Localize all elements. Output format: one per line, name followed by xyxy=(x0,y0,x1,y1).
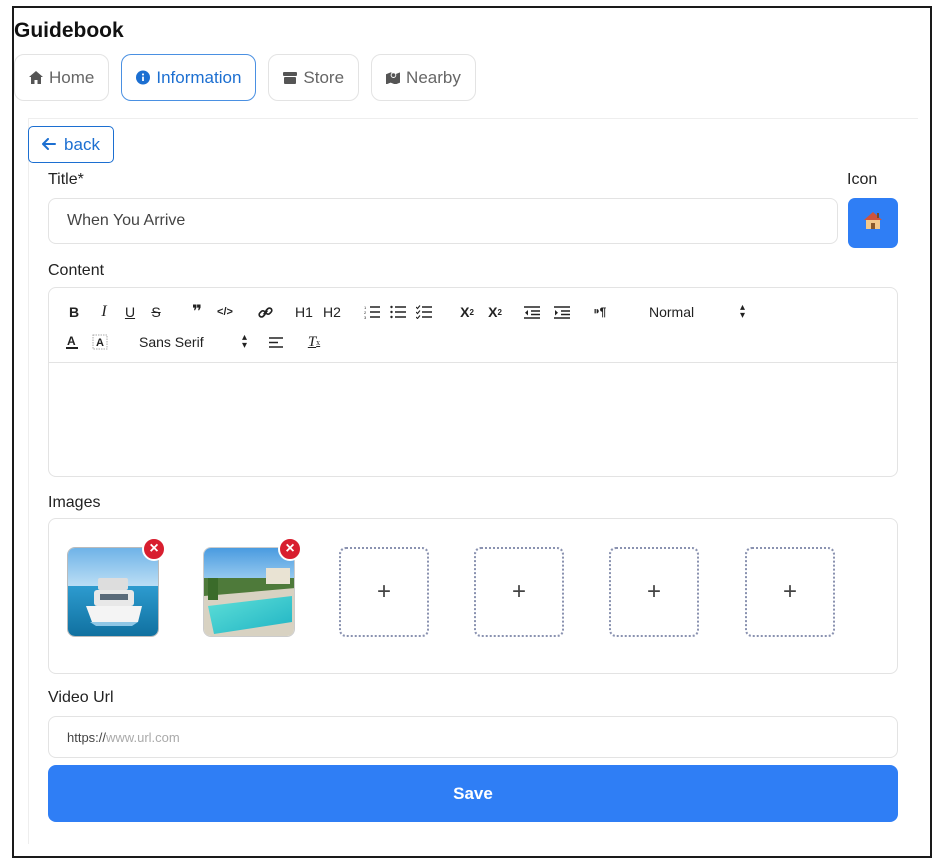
link-icon[interactable] xyxy=(255,300,275,324)
underline-button[interactable]: U xyxy=(121,300,139,324)
store-icon xyxy=(283,71,298,85)
home-icon xyxy=(29,71,43,85)
video-url-placeholder: www.url.com xyxy=(106,729,180,745)
superscript-icon[interactable]: X2 xyxy=(485,300,505,324)
font-select[interactable]: Sans Serif ▴ ▾ xyxy=(139,330,247,354)
tab-nearby-label: Nearby xyxy=(406,67,461,87)
tab-information[interactable]: Information xyxy=(121,54,257,101)
svg-text:A: A xyxy=(67,334,76,348)
background-color-icon[interactable]: A xyxy=(91,330,109,354)
clear-format-icon[interactable]: Tx xyxy=(305,330,323,354)
video-url-prefix: https:// xyxy=(67,729,107,745)
h2-button[interactable]: H2 xyxy=(321,300,343,324)
bullet-list-icon[interactable] xyxy=(389,300,407,324)
boat-image[interactable] xyxy=(67,547,159,637)
strike-button[interactable]: S xyxy=(147,300,165,324)
page-title: Guidebook xyxy=(14,19,124,42)
remove-image-button[interactable]: × xyxy=(142,537,166,561)
icon-picker-button[interactable] xyxy=(848,198,898,248)
title-input[interactable]: When You Arrive xyxy=(48,198,838,244)
quote-icon[interactable]: ❞ xyxy=(187,300,207,324)
code-icon[interactable]: </> xyxy=(215,300,235,324)
svg-text:A: A xyxy=(96,337,104,349)
header-select-value: Normal xyxy=(649,304,695,320)
tab-home-label: Home xyxy=(49,67,95,87)
info-icon xyxy=(136,70,151,85)
ordered-list-icon[interactable]: 123 xyxy=(363,300,381,324)
house-icon xyxy=(863,211,883,235)
tab-store[interactable]: Store xyxy=(268,54,360,101)
font-select-value: Sans Serif xyxy=(139,334,204,350)
tab-bar: Home Information Store Nearby xyxy=(14,54,476,101)
subscript-icon[interactable]: X2 xyxy=(457,300,477,324)
text-direction-icon[interactable]: ⁍¶ xyxy=(591,300,609,324)
rich-text-editor: B I U S ❞ </> H1 H2 123 X2 X2 ⁍¶ Normal … xyxy=(48,287,898,477)
save-button[interactable]: Save xyxy=(48,765,898,822)
tab-store-label: Store xyxy=(303,67,345,87)
italic-button[interactable]: I xyxy=(93,300,115,324)
editor-toolbar: B I U S ❞ </> H1 H2 123 X2 X2 ⁍¶ Normal … xyxy=(49,288,897,363)
title-input-value: When You Arrive xyxy=(67,212,186,229)
add-image-slot[interactable]: + xyxy=(609,547,699,637)
editor-content-area[interactable] xyxy=(49,363,897,476)
tab-home[interactable]: Home xyxy=(14,54,110,101)
title-label: Title* xyxy=(48,171,84,188)
h1-button[interactable]: H1 xyxy=(293,300,315,324)
icon-label: Icon xyxy=(847,171,878,188)
add-image-slot[interactable]: + xyxy=(339,547,429,637)
svg-text:3: 3 xyxy=(364,315,367,319)
content-label: Content xyxy=(48,262,105,279)
video-url-input[interactable]: https://www.url.com xyxy=(48,716,898,758)
check-list-icon[interactable] xyxy=(415,300,433,324)
indent-icon[interactable] xyxy=(553,300,571,324)
remove-image-button[interactable]: × xyxy=(278,537,302,561)
video-url-label: Video Url xyxy=(48,689,114,706)
images-label: Images xyxy=(48,494,101,511)
images-gallery: × × + + + + xyxy=(48,518,898,674)
bold-button[interactable]: B xyxy=(65,300,83,324)
add-image-slot[interactable]: + xyxy=(474,547,564,637)
tab-information-label: Information xyxy=(156,67,242,87)
back-button[interactable]: back xyxy=(28,126,114,163)
back-label: back xyxy=(64,134,100,154)
map-icon xyxy=(386,71,401,85)
arrow-left-icon xyxy=(42,135,57,155)
select-arrows-icon: ▴ ▾ xyxy=(241,332,247,351)
add-image-slot[interactable]: + xyxy=(745,547,835,637)
select-arrows-icon: ▴ ▾ xyxy=(739,302,745,321)
tab-nearby[interactable]: Nearby xyxy=(371,54,476,101)
font-color-icon[interactable]: A xyxy=(65,330,79,354)
align-icon[interactable] xyxy=(267,330,285,354)
header-select[interactable]: Normal ▴ ▾ xyxy=(649,300,745,324)
pool-image[interactable] xyxy=(203,547,295,637)
outdent-icon[interactable] xyxy=(523,300,541,324)
